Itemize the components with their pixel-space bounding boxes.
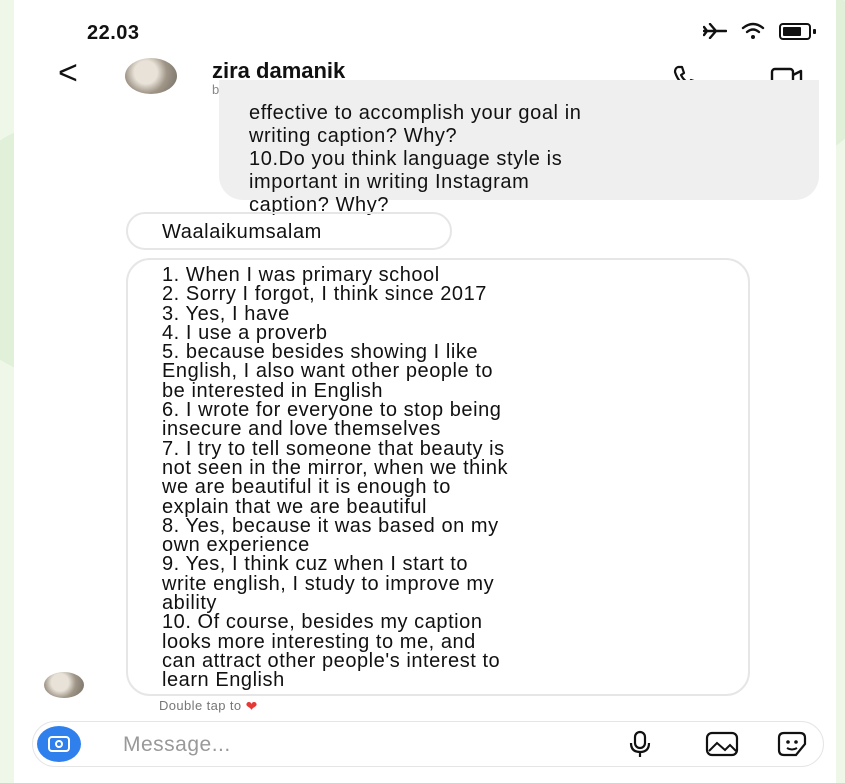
status-icons	[703, 22, 816, 40]
answer-line: write english, I study to improve my	[162, 572, 495, 595]
answer-line: we are beautiful it is enough to	[162, 476, 451, 499]
message-input[interactable]	[121, 728, 565, 762]
answer-line: 10. Of course, besides my caption	[162, 611, 483, 634]
camera-icon	[48, 736, 70, 752]
heart-icon: ❤	[245, 698, 258, 714]
status-time: 22.03	[87, 22, 140, 44]
sent-message-bubble[interactable]: effective to accomplish your goal in wri…	[219, 80, 819, 216]
camera-button[interactable]	[37, 726, 81, 762]
battery-tip	[813, 28, 816, 34]
answer-line: explain that we are beautiful	[162, 495, 428, 518]
answer-line: English, I also want other people to	[162, 360, 494, 383]
message-composer	[32, 721, 824, 767]
received-message-short[interactable]: Waalaikumsalam	[126, 212, 452, 250]
answer-line: 2. Sorry I forgot, I think since 2017	[162, 283, 487, 306]
hint-text: Double tap to	[159, 698, 242, 713]
airplane-icon	[703, 23, 727, 39]
answer-line: learn English	[162, 669, 285, 692]
answer-line: 3. Yes, I have	[162, 302, 290, 325]
avatar[interactable]	[125, 58, 177, 94]
double-tap-hint: Double tap to ❤	[159, 698, 258, 715]
microphone-icon[interactable]	[625, 730, 655, 758]
answer-line: 9. Yes, I think cuz when I start to	[162, 553, 469, 576]
image-icon[interactable]	[705, 730, 739, 758]
received-message-answers[interactable]: 1. When I was primary school 2. Sorry I f…	[126, 258, 750, 696]
chat-screen: 22.03 < zira damanik belleviezira effect…	[14, 0, 836, 783]
sticker-icon[interactable]	[775, 730, 809, 758]
answer-line: insecure and love themselves	[162, 418, 441, 441]
back-chevron-icon[interactable]: <	[58, 56, 78, 90]
sender-avatar[interactable]	[44, 672, 84, 698]
wifi-icon	[741, 22, 765, 39]
battery-icon	[779, 22, 811, 40]
